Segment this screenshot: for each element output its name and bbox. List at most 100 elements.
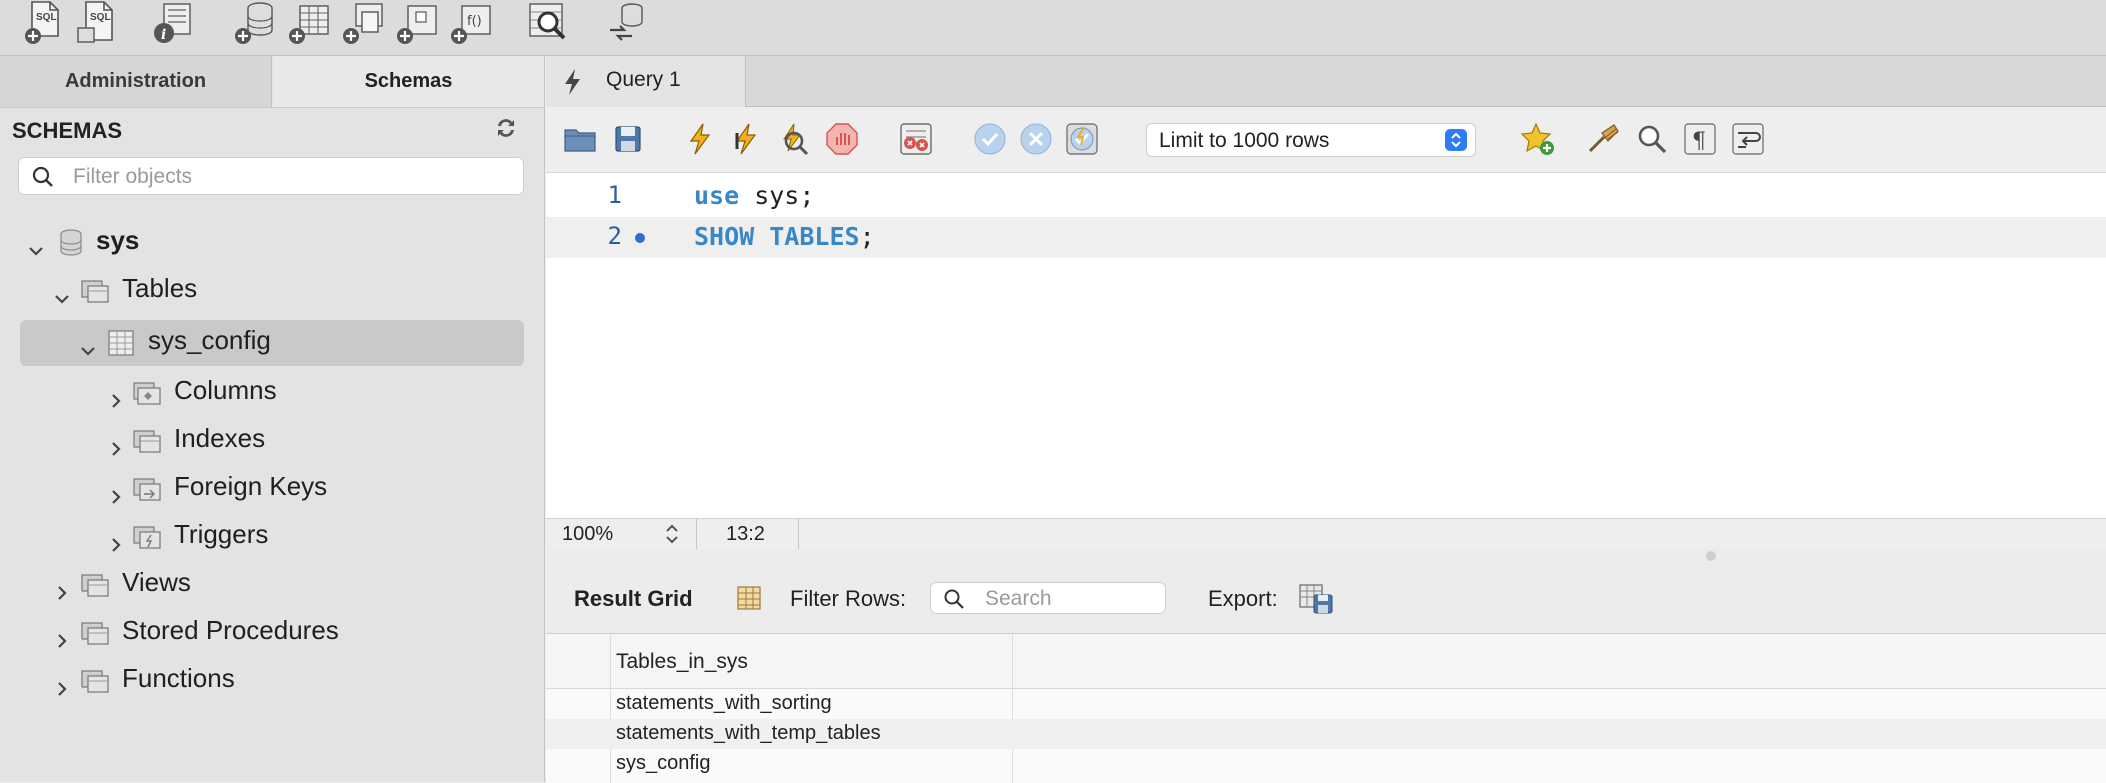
chevron-right-icon[interactable] — [106, 476, 126, 504]
results-panel: Result Grid Filter Rows: Export: Tables_… — [546, 549, 2106, 783]
sql-editor-toolbar: Limit to 1000 rows ¶ — [546, 107, 2106, 173]
invisible-characters-icon[interactable]: ¶ — [1682, 121, 1718, 157]
chevron-right-icon[interactable] — [106, 524, 126, 552]
save-icon[interactable] — [610, 121, 646, 157]
create-procedure-icon[interactable] — [394, 0, 440, 46]
zoom-level[interactable]: 100% — [562, 523, 613, 546]
result-grid-label: Result Grid — [574, 586, 693, 611]
filter-objects-field[interactable] — [18, 157, 524, 195]
find-icon[interactable] — [1634, 121, 1670, 157]
create-schema-icon[interactable] — [232, 0, 278, 46]
splitter-handle[interactable] — [1706, 551, 1716, 561]
new-sql-tab-icon[interactable]: SQL — [22, 0, 68, 46]
search-table-data-icon[interactable] — [526, 0, 572, 46]
tree-label: sys_config — [148, 325, 271, 355]
tree-table-sys-config[interactable]: sys_config — [0, 318, 540, 362]
execute-icon[interactable] — [682, 121, 718, 157]
commit-icon[interactable] — [972, 121, 1008, 157]
tab-schemas[interactable]: Schemas — [273, 56, 544, 107]
chevron-right-icon[interactable] — [52, 620, 72, 648]
create-function-icon[interactable]: f() — [448, 0, 494, 46]
create-table-icon[interactable] — [286, 0, 332, 46]
folder-icon — [80, 568, 110, 597]
schema-sys[interactable]: sys — [0, 218, 540, 262]
explain-icon[interactable] — [776, 121, 812, 157]
code-line-2[interactable]: 2 SHOW TABLES; — [546, 217, 2106, 258]
filter-objects-input[interactable] — [71, 162, 515, 192]
limit-rows-select[interactable]: Limit to 1000 rows — [1146, 123, 1476, 157]
tree-stored-procedures[interactable]: Stored Procedures — [0, 608, 540, 652]
result-search-input[interactable] — [983, 586, 1157, 612]
editor-status-bar: 100% 13:2 — [546, 518, 2106, 549]
select-stepper-icon[interactable] — [1445, 129, 1467, 151]
tab-administration[interactable]: Administration — [0, 56, 272, 107]
table-cell[interactable]: statements_with_sorting — [616, 692, 832, 715]
add-snippet-icon[interactable] — [1520, 121, 1556, 157]
chevron-down-icon[interactable] — [78, 330, 98, 356]
beautify-icon[interactable] — [1586, 121, 1622, 157]
svg-text:i: i — [161, 27, 166, 43]
result-toolbar: Result Grid Filter Rows: Export: — [546, 573, 2106, 625]
result-grid: Tables_in_sys statements_with_sorting st… — [546, 633, 2106, 783]
code-line-1[interactable]: 1 use sys; — [546, 176, 2106, 217]
table-row[interactable]: statements_with_sorting — [546, 689, 2106, 719]
sql-editor[interactable]: 1 use sys; 2 SHOW TABLES; — [546, 173, 2106, 518]
open-sql-script-icon[interactable]: SQL — [76, 0, 122, 46]
tree-tables[interactable]: Tables — [0, 266, 540, 310]
tree-label: Columns — [174, 375, 277, 405]
toggle-stop-on-error-icon[interactable] — [898, 121, 934, 157]
grid-view-icon[interactable] — [736, 585, 762, 611]
column-header[interactable]: Tables_in_sys — [616, 650, 748, 674]
indexes-folder-icon — [132, 424, 162, 453]
execute-current-statement-icon[interactable] — [728, 121, 764, 157]
reconnect-icon[interactable] — [606, 0, 652, 46]
svg-text:f(): f() — [467, 14, 482, 29]
word-wrap-icon[interactable] — [1730, 121, 1766, 157]
create-view-icon[interactable] — [340, 0, 386, 46]
tree-triggers[interactable]: Triggers — [0, 512, 540, 556]
table-cell[interactable]: statements_with_temp_tables — [616, 722, 881, 745]
inspector-icon[interactable]: i — [150, 0, 196, 46]
main-toolbar: SQL SQL i f() — [0, 0, 2106, 56]
tab-query-1[interactable]: Query 1 — [546, 56, 746, 107]
autocommit-icon[interactable] — [1064, 121, 1100, 157]
table-cell[interactable]: sys_config — [616, 752, 711, 775]
rollback-icon[interactable] — [1018, 121, 1054, 157]
chevron-down-icon[interactable] — [52, 278, 72, 304]
search-icon — [943, 588, 965, 610]
sql-keyword: use — [694, 181, 740, 210]
stop-icon[interactable] — [824, 121, 860, 157]
tree-label: Foreign Keys — [174, 471, 328, 501]
tree-indexes[interactable]: Indexes — [0, 416, 540, 460]
folder-icon — [80, 664, 110, 693]
tree-label: Tables — [122, 273, 198, 303]
chevron-down-icon[interactable] — [26, 230, 46, 256]
tree-views[interactable]: Views — [0, 560, 540, 604]
svg-text:¶: ¶ — [1692, 129, 1706, 154]
table-row[interactable]: sys_config — [546, 749, 2106, 779]
open-folder-icon[interactable] — [562, 121, 598, 157]
sql-text: sys; — [739, 181, 815, 210]
chevron-right-icon[interactable] — [106, 428, 126, 456]
refresh-icon[interactable] — [494, 116, 518, 140]
tree-label: Stored Procedures — [122, 615, 339, 645]
divider — [798, 519, 799, 549]
tree-label: Views — [122, 567, 191, 597]
tree-functions[interactable]: Functions — [0, 656, 540, 700]
chevron-right-icon[interactable] — [52, 572, 72, 600]
tree-columns[interactable]: Columns — [0, 368, 540, 412]
navigator-panel: Administration Schemas SCHEMAS sys Table… — [0, 56, 545, 782]
line-number: 2 — [607, 222, 622, 250]
chevron-right-icon[interactable] — [52, 668, 72, 696]
chevron-right-icon[interactable] — [106, 380, 126, 408]
schema-name: sys — [96, 225, 140, 255]
table-row[interactable]: statements_with_temp_tables — [546, 719, 2106, 749]
export-label: Export: — [1208, 586, 1278, 611]
tree-foreign-keys[interactable]: Foreign Keys — [0, 464, 540, 508]
folder-icon — [80, 274, 110, 303]
result-search-field[interactable] — [930, 582, 1166, 614]
export-icon[interactable] — [1298, 581, 1334, 617]
columns-folder-icon — [132, 376, 162, 405]
zoom-stepper-icon[interactable] — [664, 523, 680, 545]
query-tab-label: Query 1 — [606, 68, 681, 91]
